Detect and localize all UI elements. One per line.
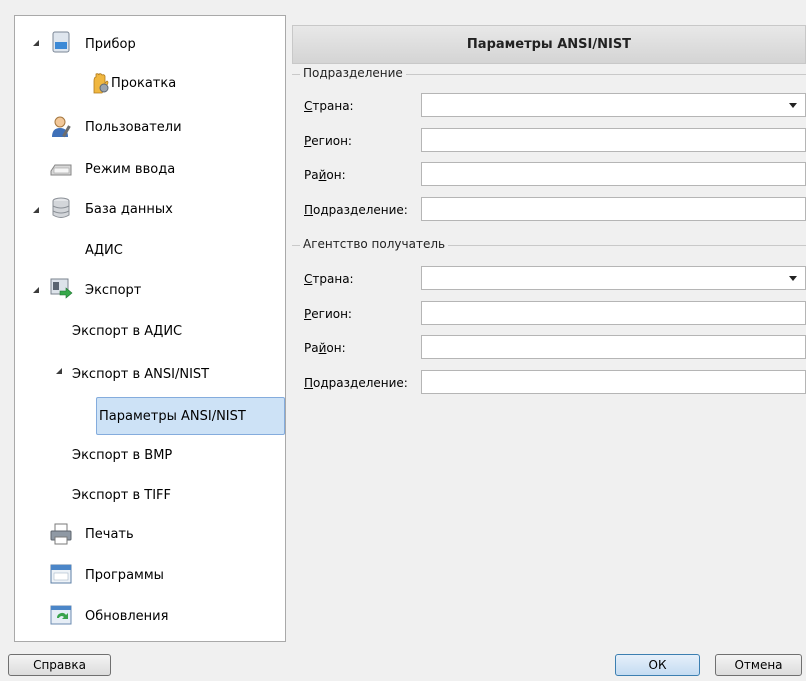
- chevron-down-icon[interactable]: [789, 276, 797, 281]
- device-icon: [52, 31, 70, 53]
- district-label: Район:: [304, 168, 346, 182]
- country-dropdown[interactable]: [421, 93, 806, 117]
- expand-arrow-icon[interactable]: [33, 40, 39, 46]
- country-row: Страна:: [300, 266, 806, 292]
- user-icon: [52, 116, 71, 138]
- tree-item-label: Прибор: [85, 36, 136, 52]
- tree-item-database[interactable]: База данных: [85, 191, 173, 227]
- tree-item-label: База данных: [85, 201, 173, 217]
- region-row: Регион:: [300, 301, 806, 327]
- district-input[interactable]: [421, 335, 806, 359]
- subdivision-input[interactable]: [421, 197, 806, 221]
- tree-item-print[interactable]: Печать: [85, 516, 134, 552]
- tree-item-export-bmp[interactable]: Экспорт в BMP: [72, 437, 172, 473]
- tree-item-device[interactable]: Прибор: [85, 26, 136, 62]
- country-dropdown[interactable]: [421, 266, 806, 290]
- tree-item-label: Режим ввода: [85, 161, 176, 177]
- tree-item-label: АДИС: [85, 242, 123, 258]
- tree-item-rolling[interactable]: Прокатка: [111, 65, 176, 101]
- region-input[interactable]: [421, 128, 806, 152]
- region-label: Регион:: [304, 307, 352, 321]
- tree-item-label: Экспорт в BMP: [72, 447, 173, 463]
- tree-item-ansi-nist-params[interactable]: Параметры ANSI/NIST: [99, 398, 246, 434]
- tree-item-label: Обновления: [85, 608, 169, 624]
- database-icon: [52, 197, 70, 218]
- tree-item-export-ansi-nist[interactable]: Экспорт в ANSI/NIST: [72, 356, 209, 392]
- cancel-button[interactable]: Отмена: [715, 654, 802, 676]
- hand-fingerprint-icon: [93, 73, 109, 94]
- settings-panel: Параметры ANSI/NIST Подразделение Страна…: [292, 15, 806, 642]
- country-label: Страна:: [304, 99, 354, 113]
- tree-item-label: Пользователи: [85, 119, 182, 135]
- tree-item-input-mode[interactable]: Режим ввода: [85, 151, 175, 187]
- district-label: Район:: [304, 341, 346, 355]
- tree-item-label: Печать: [85, 526, 134, 542]
- settings-tree[interactable]: Прибор Прокатка Пользователи Режим ввода…: [14, 15, 286, 642]
- subdivision-label: Подразделение:: [304, 376, 408, 390]
- district-row: Район:: [300, 335, 806, 361]
- window-icon: [50, 564, 72, 584]
- region-label: Регион:: [304, 134, 352, 148]
- tree-item-label: Экспорт в АДИС: [72, 323, 183, 339]
- ok-button[interactable]: ОК: [615, 654, 700, 676]
- panel-title: Параметры ANSI/NIST: [292, 25, 806, 64]
- group-receiving-agency: Агентство получатель Страна: Регион: Рай…: [292, 237, 806, 410]
- subdivision-row: Подразделение:: [300, 197, 806, 223]
- country-label: Страна:: [304, 272, 354, 286]
- tree-item-label: Экспорт в TIFF: [72, 487, 172, 503]
- tree-item-label: Экспорт: [85, 282, 142, 298]
- help-button[interactable]: Справка: [8, 654, 111, 676]
- expand-arrow-icon[interactable]: [33, 287, 39, 293]
- tree-item-export-tiff[interactable]: Экспорт в TIFF: [72, 477, 171, 513]
- tree-item-updates[interactable]: Обновления: [85, 598, 168, 634]
- tree-item-label: Параметры ANSI/NIST: [99, 408, 246, 424]
- region-row: Регион:: [300, 128, 806, 154]
- export-icon: [50, 278, 73, 299]
- expand-arrow-icon[interactable]: [56, 368, 62, 374]
- group-title: Подразделение: [300, 66, 406, 80]
- printer-icon: [50, 523, 72, 545]
- region-input[interactable]: [421, 301, 806, 325]
- tree-item-adis[interactable]: АДИС: [85, 232, 123, 268]
- chevron-down-icon[interactable]: [789, 103, 797, 108]
- expand-arrow-icon[interactable]: [33, 207, 39, 213]
- update-icon: [50, 605, 72, 625]
- tree-item-label: Экспорт в ANSI/NIST: [72, 366, 210, 382]
- tree-item-label: Программы: [85, 567, 164, 583]
- subdivision-label: Подразделение:: [304, 203, 408, 217]
- group-department: Подразделение Страна: Регион: Район: Под…: [292, 66, 806, 239]
- country-row: Страна:: [300, 93, 806, 119]
- tree-item-programs[interactable]: Программы: [85, 557, 164, 593]
- group-title: Агентство получатель: [300, 237, 449, 251]
- subdivision-row: Подразделение:: [300, 370, 806, 396]
- tree-item-users[interactable]: Пользователи: [85, 109, 182, 145]
- keyboard-icon: [50, 164, 72, 176]
- district-row: Район:: [300, 162, 806, 188]
- subdivision-input[interactable]: [421, 370, 806, 394]
- district-input[interactable]: [421, 162, 806, 186]
- tree-item-label: Прокатка: [111, 75, 177, 91]
- tree-item-export-adis[interactable]: Экспорт в АДИС: [72, 313, 182, 349]
- tree-item-export[interactable]: Экспорт: [85, 272, 141, 308]
